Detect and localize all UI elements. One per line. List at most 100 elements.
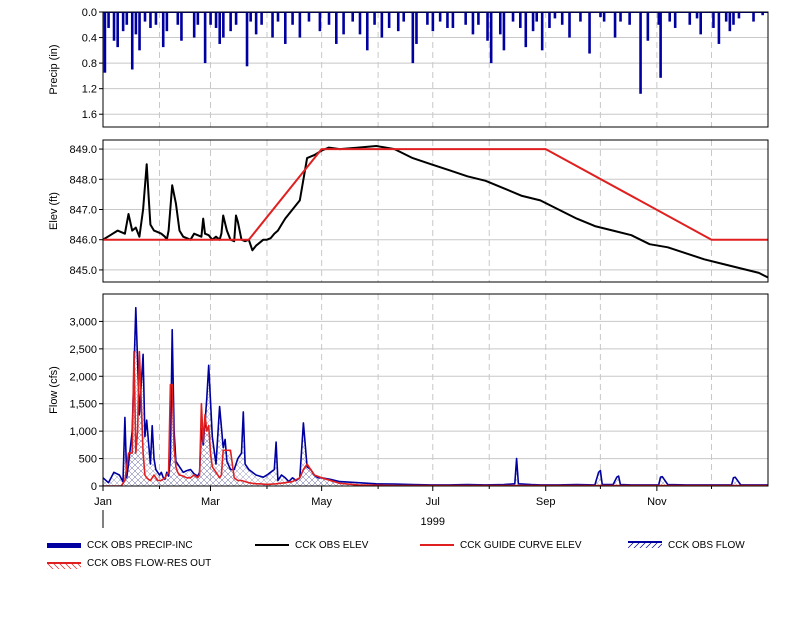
precip-bar (531, 12, 535, 32)
precip-bar (752, 12, 755, 22)
y-tick-label: 1,500 (69, 399, 97, 411)
precip-bar (234, 12, 238, 25)
precip-bar (535, 12, 539, 22)
precip-bar (112, 12, 116, 41)
precip-bar (502, 12, 506, 51)
precip-bar (588, 12, 591, 54)
plot-area (103, 140, 768, 282)
precip-bar (351, 12, 355, 22)
chart-figure: 0.0 0.4 0.8 1.2 1.6 Precip (in) 845.0 846.0 847.… (0, 0, 800, 627)
y-tick-label: 848.0 (69, 174, 97, 186)
precip-bar (464, 12, 467, 25)
precip-bar (619, 12, 622, 22)
precip-bar (103, 12, 107, 73)
y-tick-label: 845.0 (69, 265, 97, 277)
legend-item: CCK OBS ELEV (255, 540, 369, 551)
precip-bar (283, 12, 287, 44)
y-tick-label: 1,000 (69, 426, 97, 438)
precip-bar (540, 12, 544, 51)
legend-label-cck-guide-curve-elev: CCK GUIDE CURVE ELEV (460, 540, 582, 551)
precip-bar (602, 12, 606, 22)
y-axis-label: Flow (cfs) (48, 366, 60, 414)
precip-bar (134, 12, 138, 35)
y-tick-label: 0.0 (82, 7, 97, 19)
y-tick-label: 847.0 (69, 204, 97, 216)
precip-bar (125, 12, 129, 25)
chart-svg: 0.0 0.4 0.8 1.2 1.6 Precip (in) 845.0 846.0 847.… (47, 7, 769, 569)
precip-bar (712, 12, 715, 28)
precip-bar (161, 12, 165, 48)
legend-label-cck-obs-precip-inc: CCK OBS PRECIP-INC (87, 540, 193, 551)
x-tick-label: May (311, 496, 332, 508)
precip-bar (192, 12, 196, 38)
x-tick-label: Sep (536, 496, 556, 508)
precip-bar (222, 12, 225, 38)
precip-bar (646, 12, 650, 41)
y-tick-label: 0.8 (82, 58, 97, 70)
y-tick-label: 849.0 (69, 144, 97, 156)
precip-bar (732, 12, 735, 25)
y-tick-label: 1.2 (82, 84, 97, 96)
precip-bar (524, 12, 528, 48)
y-tick-label: 1.6 (82, 109, 97, 121)
plot-area (103, 12, 768, 127)
precip-bar (568, 12, 571, 38)
precip-bar (387, 12, 391, 28)
precip-bar (511, 12, 515, 22)
precip-bar (107, 12, 110, 28)
precip-bar (121, 12, 125, 32)
precip-bar (358, 12, 362, 35)
precip-bar (380, 12, 384, 38)
y-axis-label: Elev (ft) (48, 192, 60, 230)
precip-bar (717, 12, 721, 44)
legend-label-cck-obs-elev: CCK OBS ELEV (295, 540, 369, 551)
precip-bar (668, 12, 672, 22)
precip-bar (498, 12, 502, 35)
y-tick-label: 500 (79, 454, 97, 466)
precip-bar (260, 12, 263, 25)
precip-bar (688, 12, 692, 25)
precip-bar (130, 12, 134, 70)
panel-2: 845.0 846.0 847.0 848.0 849.0 Elev (ft) (48, 139, 769, 283)
precip-bar (519, 12, 522, 28)
precip-bar (486, 12, 489, 41)
precip-bar (373, 12, 376, 25)
precip-bar (431, 12, 435, 32)
x-tick-label: Nov (647, 496, 667, 508)
precip-bar (548, 12, 551, 28)
precip-bar (446, 12, 449, 28)
precip-bar (659, 12, 662, 78)
precip-bar (229, 12, 232, 32)
precip-bar (426, 12, 429, 25)
precip-bar (673, 12, 677, 28)
precip-bar (254, 12, 258, 35)
y-tick-label: 2,000 (69, 371, 97, 383)
panel-3: 0 500 1,000 1,500 2,000 2,500 3,000 Flow (cfs) (48, 293, 769, 493)
y-axis-label: Precip (in) (48, 44, 60, 94)
precip-bar (342, 12, 345, 35)
precip-bar (451, 12, 455, 28)
legend-item: CCK GUIDE CURVE ELEV (420, 540, 582, 551)
legend-item: CCK OBS FLOW-RES OUT (47, 558, 211, 569)
legend-item: CCK OBS PRECIP-INC (47, 540, 193, 551)
legend-label-cck-obs-flow-res-out: CCK OBS FLOW-RES OUT (87, 558, 211, 569)
precip-bar (276, 12, 280, 22)
precip-bar (613, 12, 617, 38)
precip-bar (116, 12, 119, 48)
precip-bar (639, 12, 642, 94)
year-label: 1999 (421, 516, 445, 528)
precip-bar (724, 12, 728, 22)
panel-1: 0.0 0.4 0.8 1.2 1.6 Precip (in) (48, 7, 769, 128)
legend-swatch-cck-obs-precip-inc (47, 543, 81, 548)
precip-bar (628, 12, 631, 25)
precip-bar (176, 12, 180, 25)
precip-bar (415, 12, 418, 44)
y-tick-label: 2,500 (69, 344, 97, 356)
precip-bar (396, 12, 400, 32)
legend-item: CCK OBS FLOW (628, 540, 745, 551)
precip-bar (728, 12, 732, 32)
precip-bar (579, 12, 582, 22)
precip-bar (209, 12, 212, 25)
precip-bar (438, 12, 442, 22)
precip-bar (218, 12, 222, 44)
